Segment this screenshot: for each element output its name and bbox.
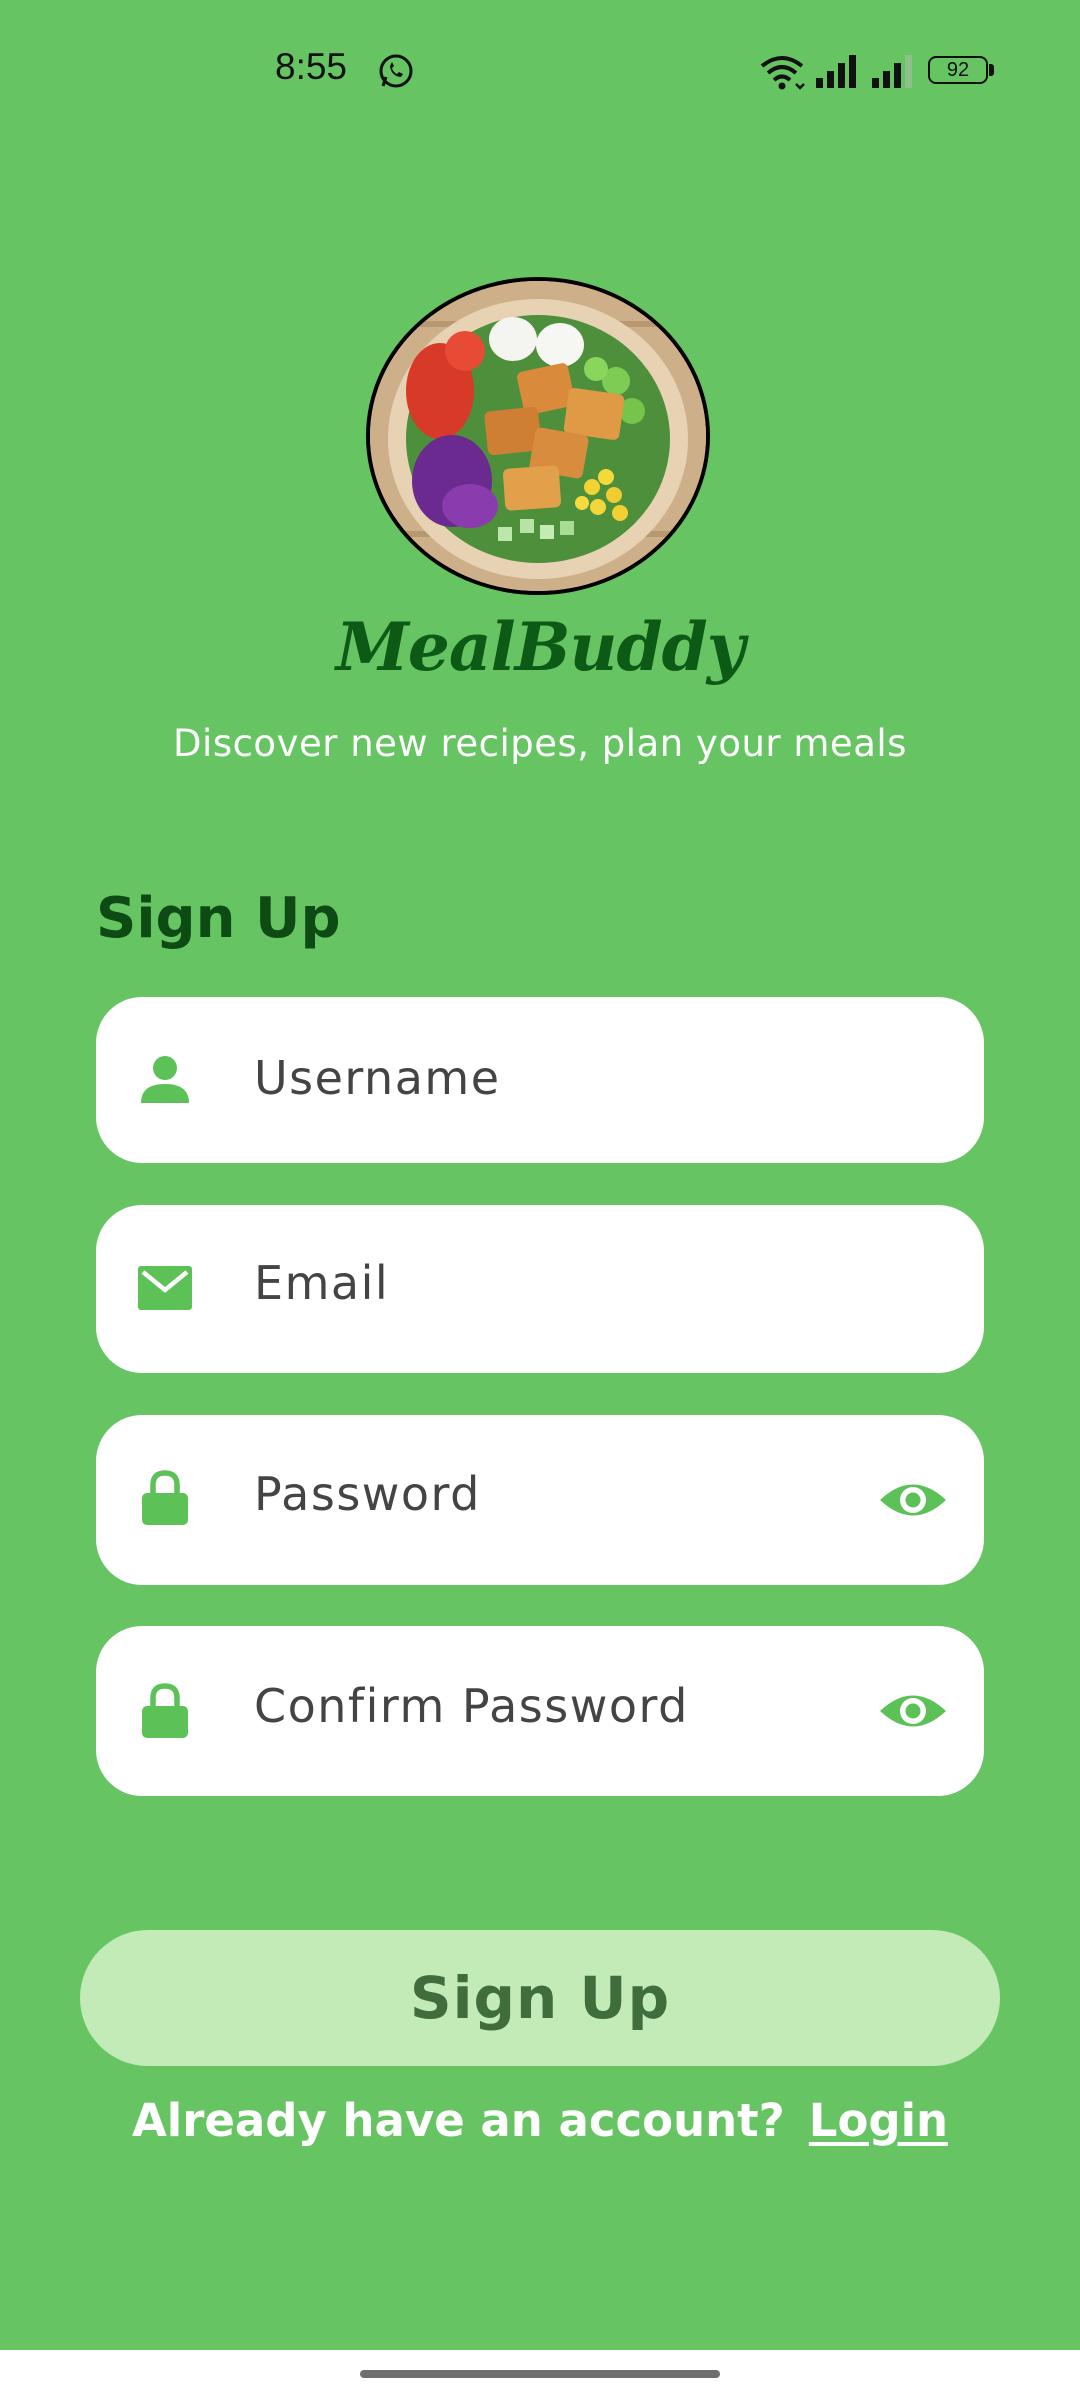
lock-icon	[142, 1683, 188, 1738]
email-placeholder: Email	[254, 1256, 390, 1310]
username-placeholder: Username	[254, 1051, 501, 1105]
username-field[interactable]: Username	[96, 997, 984, 1163]
status-time: 8:55	[275, 46, 348, 87]
signal-icon	[816, 55, 856, 88]
lock-icon	[142, 1470, 188, 1525]
signal-icon	[872, 55, 912, 88]
email-field[interactable]: Email	[96, 1205, 984, 1373]
status-bar: 8:55 92	[0, 0, 1080, 140]
login-prompt-text: Already have an account?	[131, 2094, 785, 2147]
confirm-password-placeholder: Confirm Password	[254, 1679, 689, 1733]
login-prompt-row: Already have an account? Login	[0, 2094, 1080, 2147]
battery-level: 92	[946, 59, 970, 81]
app-logo	[366, 277, 710, 595]
form-title: Sign Up	[96, 886, 341, 951]
eye-icon[interactable]	[878, 1686, 948, 1736]
salad-bowl-image	[370, 281, 706, 591]
app-tagline: Discover new recipes, plan your meals	[173, 722, 907, 765]
eye-icon[interactable]	[878, 1475, 948, 1525]
signup-button[interactable]: Sign Up	[80, 1930, 1000, 2066]
login-link[interactable]: Login	[809, 2094, 948, 2147]
system-nav-bar	[0, 2350, 1080, 2400]
whatsapp-icon	[379, 54, 413, 88]
battery-icon: 92	[928, 56, 998, 88]
mail-icon	[138, 1266, 192, 1310]
password-field[interactable]: Password	[96, 1415, 984, 1585]
user-icon	[141, 1056, 189, 1103]
confirm-password-field[interactable]: Confirm Password	[96, 1626, 984, 1796]
password-placeholder: Password	[254, 1467, 481, 1521]
home-indicator[interactable]	[360, 2370, 720, 2378]
wifi-icon	[760, 56, 805, 90]
app-name: MealBuddy	[335, 608, 745, 686]
